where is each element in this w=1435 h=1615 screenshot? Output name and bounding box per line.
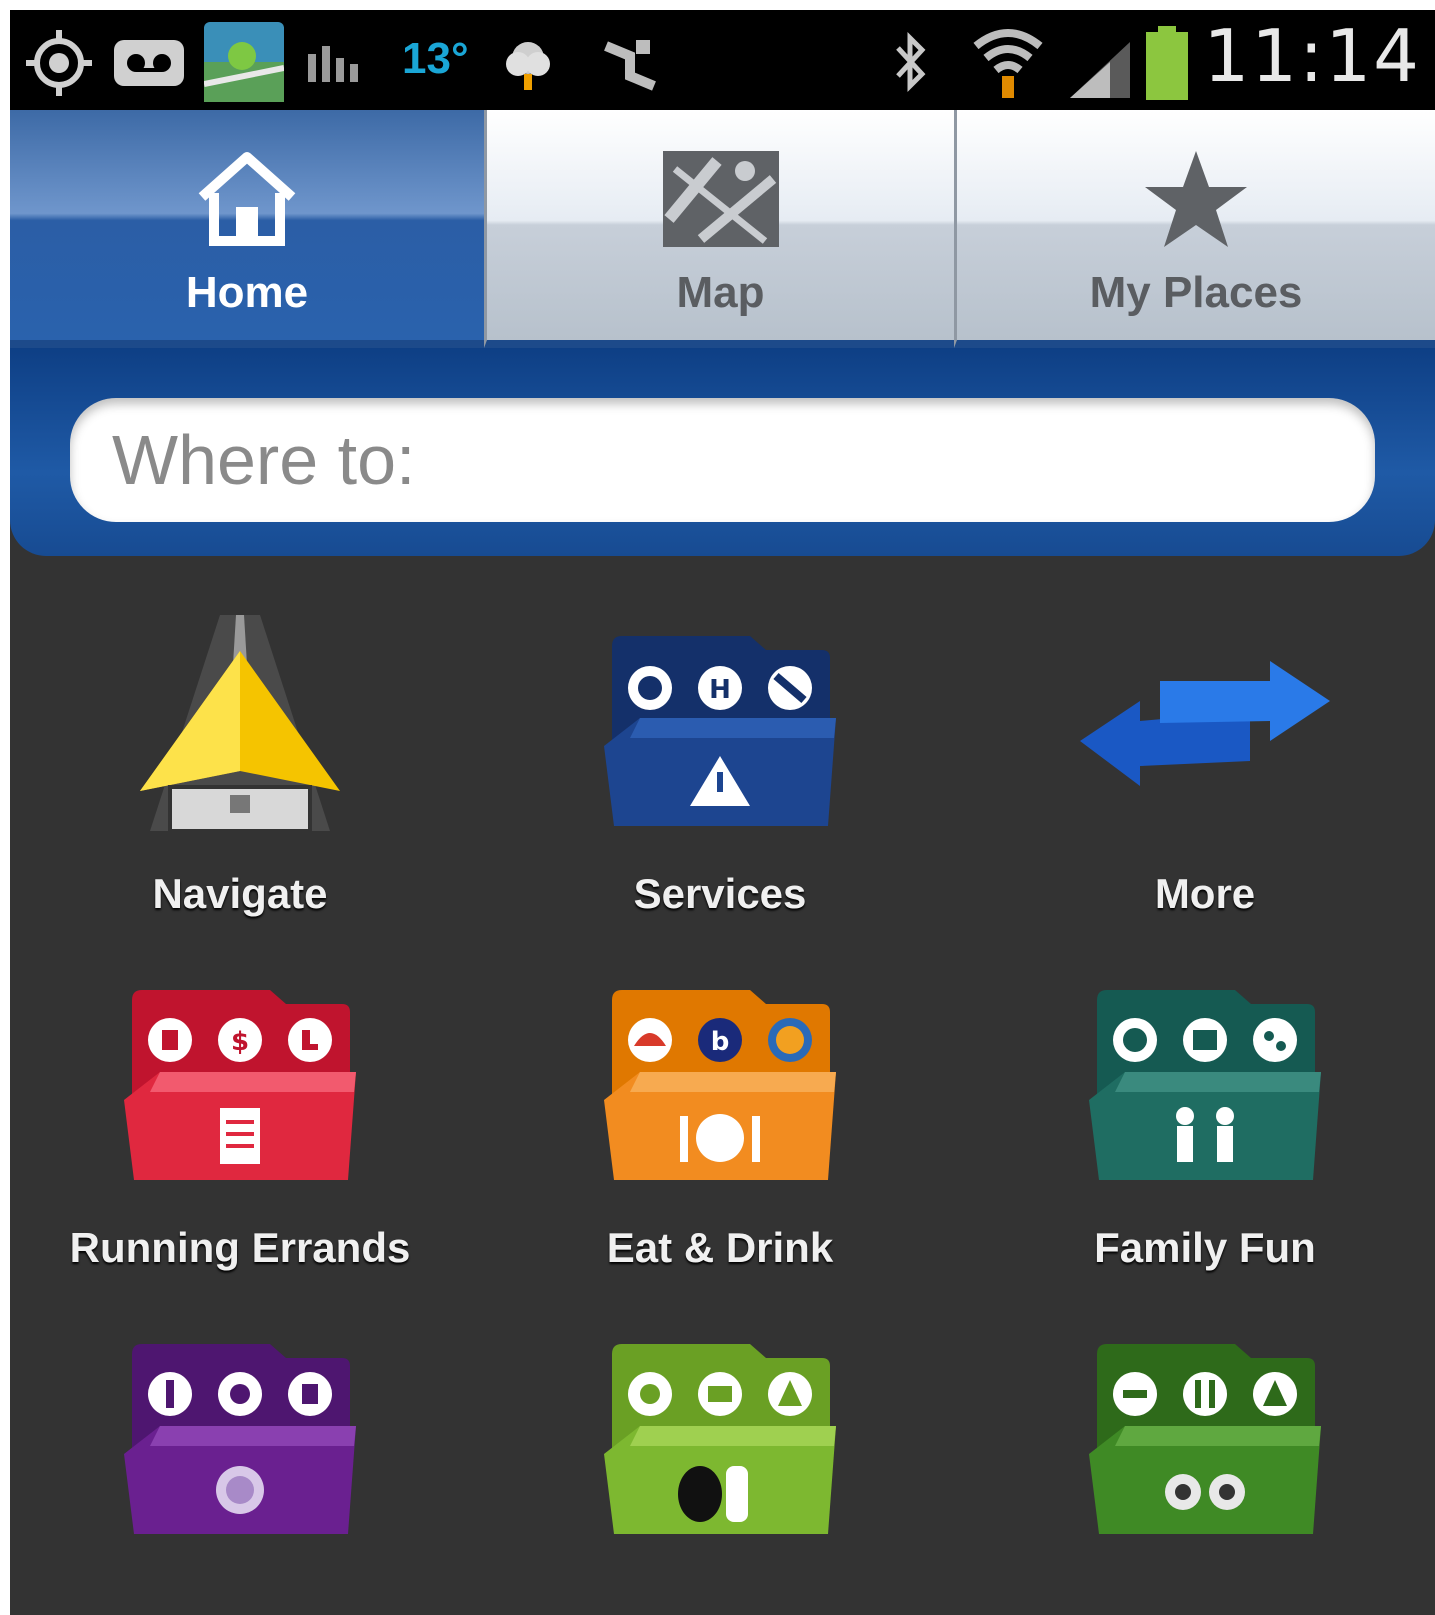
tab-label: My Places (1089, 268, 1303, 317)
item-label: Family Fun (1094, 1224, 1316, 1271)
item-label: Navigate (152, 870, 328, 917)
purple-folder-icon (110, 1314, 370, 1564)
map-app-icon (204, 22, 284, 102)
services-folder-icon: H (590, 606, 850, 856)
svg-text:b: b (711, 1027, 730, 1057)
eo-folder-icon (590, 1314, 850, 1564)
eo-category-button[interactable] (510, 1314, 930, 1615)
tab-label: Map (676, 268, 765, 317)
cell-signal-icon (1066, 38, 1134, 100)
family-fun-button[interactable]: Family Fun (995, 960, 1415, 1300)
wifi-icon (970, 24, 1046, 102)
purple-category-button[interactable] (30, 1314, 450, 1615)
weather-icon (498, 34, 558, 94)
services-button[interactable]: H Services (510, 606, 930, 946)
star-icon (1131, 144, 1261, 254)
voicemail-icon (112, 38, 186, 88)
tab-map[interactable]: Map (484, 110, 954, 348)
svg-text:$: $ (231, 1027, 249, 1057)
family-fun-folder-icon (1075, 960, 1335, 1210)
item-label: Running Errands (69, 1224, 411, 1271)
home-icon (182, 144, 312, 254)
running-errands-folder-icon: $ (110, 960, 370, 1210)
map-icon (656, 144, 786, 254)
search-panel: Where to: (10, 348, 1435, 556)
bluetooth-icon (890, 30, 930, 94)
eat-drink-button[interactable]: b Eat & Drink (510, 960, 930, 1300)
status-bar: 13° 11:14 (10, 10, 1435, 110)
navigate-button[interactable]: Navigate (30, 606, 450, 946)
eat-drink-folder-icon: b (590, 960, 850, 1210)
navigate-arrow-icon (110, 606, 370, 856)
tripadvisor-folder-icon (1075, 1314, 1335, 1564)
battery-icon (1144, 26, 1190, 102)
temperature-label: 13° (402, 34, 469, 83)
running-errands-button[interactable]: $ Running Errands (30, 960, 450, 1300)
where-to-input[interactable]: Where to: (70, 398, 1375, 522)
more-button[interactable]: More (995, 606, 1415, 946)
signal-stats-icon (306, 40, 362, 84)
item-label: Services (633, 870, 807, 917)
phone-screen: 13° 11:14 Home Map My Places Where to: N… (10, 10, 1435, 1615)
item-label: Eat & Drink (606, 1224, 834, 1271)
usb-icon (600, 36, 660, 92)
gps-icon (24, 28, 94, 98)
clock: 11:14 (1203, 14, 1421, 98)
tab-my-places[interactable]: My Places (954, 110, 1435, 348)
tab-bar: Home Map My Places (10, 110, 1435, 348)
item-label: More (1154, 870, 1256, 917)
tab-label: Home (185, 268, 309, 317)
svg-text:H: H (709, 675, 731, 705)
tripadvisor-category-button[interactable] (995, 1314, 1415, 1615)
more-arrows-icon (1075, 606, 1335, 856)
tab-home[interactable]: Home (10, 110, 484, 348)
